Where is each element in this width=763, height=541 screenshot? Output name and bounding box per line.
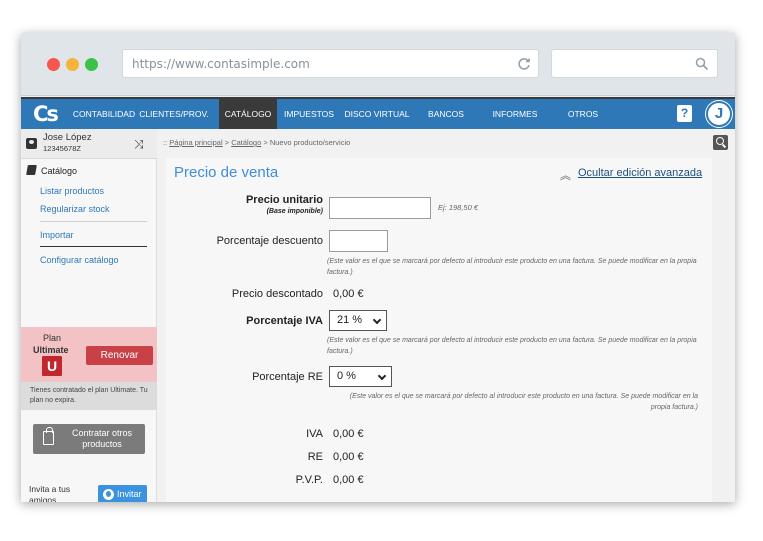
minimize-window-button[interactable] (66, 58, 79, 71)
nav-item-catalogo[interactable]: CATÁLOGO (219, 99, 277, 129)
url-text: https://www.contasimple.com (132, 57, 310, 71)
invite-button[interactable]: Invitar (98, 485, 147, 502)
plan-name: Ultimate (33, 345, 69, 355)
re-label: Porcentaje RE (252, 371, 323, 383)
re-select[interactable]: 0 % (329, 366, 392, 387)
switch-user-icon[interactable]: ⤨ (134, 137, 144, 152)
invite-label: Invitar (117, 489, 142, 499)
discount-label: Porcentaje descuento (216, 235, 323, 247)
user-panel: Jose López 12345678Z ⤨ (21, 129, 157, 159)
iva-select[interactable]: 21 % (329, 310, 387, 331)
sidebar-divider (40, 221, 147, 222)
iva-total-value: 0,00 € (333, 428, 364, 440)
app-logo[interactable]: Cs (33, 102, 59, 126)
re-total-value: 0,00 € (333, 451, 364, 463)
price-panel: Precio de venta ︽ Ocultar edición avanza… (166, 158, 712, 502)
user-name: Jose López (43, 132, 92, 143)
chevron-down-icon (372, 315, 382, 325)
nav-item-clientes[interactable]: CLIENTES/PROV. (139, 99, 209, 129)
plan-panel: Plan Ultimate U Renovar (21, 327, 157, 382)
help-icon[interactable]: ? (677, 105, 692, 122)
breadcrumb: :: Página principal > Catálogo > Nuevo p… (158, 130, 735, 156)
discount-note: (Este valor es el que se marcará por def… (327, 258, 697, 276)
avatar[interactable]: J (706, 101, 732, 127)
breadcrumb-prefix: :: (163, 138, 168, 147)
nav-item-disco-virtual[interactable]: DISCO VIRTUAL (341, 99, 413, 129)
unit-price-sublabel: (Base imponible) (266, 208, 323, 215)
nav-item-impuestos[interactable]: IMPUESTOS (277, 99, 341, 129)
iva-note: (Este valor es el que se marcará por def… (327, 337, 697, 355)
discount-input[interactable] (329, 230, 388, 252)
contract-products-button[interactable]: Contratar otros productos (33, 424, 145, 454)
browser-window: https://www.contasimple.com Cs CONTABILI… (21, 33, 735, 502)
nav-item-bancos[interactable]: BANCOS (419, 99, 473, 129)
search-button[interactable] (713, 135, 728, 150)
nav-item-informes[interactable]: INFORMES (483, 99, 547, 129)
pvp-total-value: 0,00 € (333, 474, 364, 486)
sidebar-link-configurar-catalogo[interactable]: Configurar catálogo (40, 255, 119, 265)
sidebar: Jose López 12345678Z ⤨ Catálogo Listar p… (21, 129, 157, 502)
iva-selected-value: 21 % (337, 314, 363, 326)
reload-icon[interactable] (517, 57, 531, 71)
search-icon (695, 57, 709, 71)
re-selected-value: 0 % (337, 370, 356, 382)
page-title: Precio de venta (174, 164, 279, 181)
breadcrumb-current: Nuevo producto/servicio (269, 138, 351, 147)
sidebar-link-regularizar-stock[interactable]: Regularizar stock (40, 204, 110, 214)
discounted-price-label: Precio descontado (231, 288, 323, 300)
pvp-total-label: P.V.P. (295, 474, 323, 486)
breadcrumb-home-link[interactable]: Página principal (169, 138, 222, 147)
user-id: 12345678Z (43, 144, 81, 153)
discounted-price-value: 0,00 € (333, 288, 364, 300)
re-note: (Este valor es el que se marcará por def… (349, 393, 698, 411)
plan-label: Plan (43, 333, 62, 343)
close-window-button[interactable] (47, 58, 60, 71)
sidebar-link-importar[interactable]: Importar (40, 230, 74, 240)
re-total-label: RE (307, 451, 323, 463)
sidebar-section-title: Catálogo (41, 166, 78, 176)
breadcrumb-catalog-link[interactable]: Catálogo (231, 138, 261, 147)
unit-price-input[interactable] (329, 197, 431, 219)
browser-chrome: https://www.contasimple.com (21, 33, 735, 96)
sidebar-divider (40, 246, 147, 247)
invite-text: Invita a tus amigos (29, 484, 71, 502)
breadcrumb-trail: :: Página principal > Catálogo > Nuevo p… (163, 138, 350, 147)
shopping-bag-icon (43, 427, 54, 445)
hide-advanced-label: Ocultar edición avanzada (578, 167, 703, 179)
sidebar-link-listar-productos[interactable]: Listar productos (40, 186, 104, 196)
plan-info: Tienes contratado el plan Ultimate. Tu p… (21, 382, 157, 410)
plan-info-text: Tienes contratado el plan Ultimate. Tu p… (30, 387, 148, 404)
unit-price-hint: Ej: 198,50 € (438, 203, 479, 212)
renew-button[interactable]: Renovar (86, 346, 153, 365)
unit-price-label: Precio unitario (245, 194, 323, 206)
browser-search-bar[interactable] (551, 49, 718, 78)
globe-icon (103, 489, 114, 500)
breadcrumb-separator: > (263, 138, 268, 147)
contract-products-label: Contratar otros productos (71, 428, 133, 449)
chevron-down-icon (377, 371, 387, 381)
chevron-up-icon: ︽ (560, 170, 571, 182)
plan-badge-icon: U (42, 356, 62, 376)
breadcrumb-separator: > (224, 138, 230, 147)
iva-total-label: IVA (306, 428, 323, 440)
iva-label: Porcentaje IVA (246, 315, 323, 327)
top-navigation: Cs CONTABILIDAD CLIENTES/PROV. CATÁLOGO … (21, 97, 735, 129)
maximize-window-button[interactable] (85, 58, 98, 71)
address-bar[interactable]: https://www.contasimple.com (122, 49, 539, 78)
nav-item-otros[interactable]: OTROS (555, 99, 611, 129)
catalog-icon (26, 165, 37, 175)
user-card-icon (26, 138, 37, 149)
nav-item-contabilidad[interactable]: CONTABILIDAD (69, 99, 139, 129)
